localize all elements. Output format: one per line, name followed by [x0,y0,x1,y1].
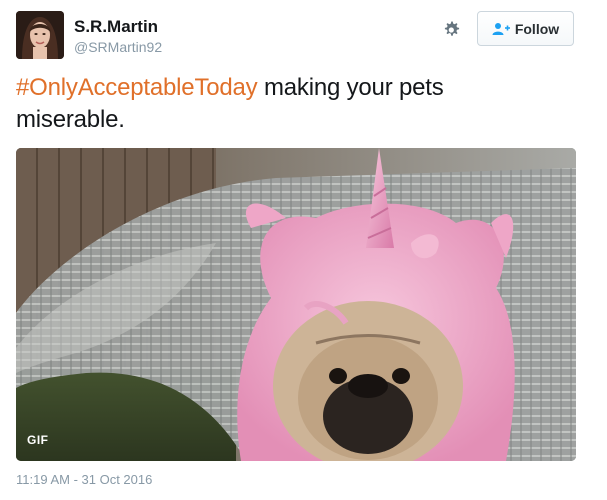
tweet-text: #OnlyAcceptableToday making your pets mi… [16,72,576,136]
tweet-text-line2: miserable. [16,106,125,133]
follow-label: Follow [514,20,560,37]
author-display-name[interactable]: S.R.Martin [74,17,158,37]
tweet-card: S.R.Martin @SRMartin92 Follow #OnlyAccep… [0,0,607,500]
follow-button[interactable]: Follow [477,11,574,46]
add-user-icon [492,22,510,35]
gear-icon[interactable] [440,18,464,42]
hashtag-link[interactable]: #OnlyAcceptableToday [16,74,258,101]
tweet-timestamp[interactable]: 11:19 AM - 31 Oct 2016 [16,472,152,487]
avatar[interactable] [16,11,64,59]
gif-badge: GIF [27,433,49,447]
tweet-text-line1: making your pets [257,74,444,101]
author-handle[interactable]: @SRMartin92 [74,38,162,56]
gif-media[interactable] [16,148,576,461]
